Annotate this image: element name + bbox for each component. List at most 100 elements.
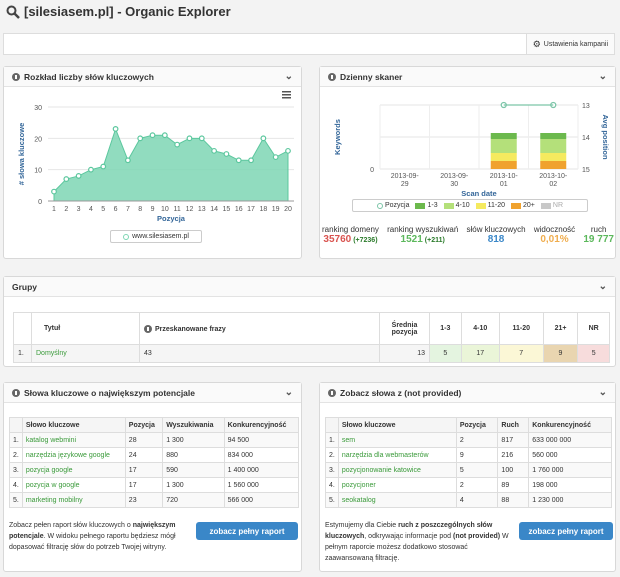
position: 2: [455, 432, 499, 448]
campaign-settings-button[interactable]: ⚙ Ustawienia kampanii: [525, 34, 614, 54]
data-point: [88, 166, 94, 173]
keyword-link[interactable]: seokatalog: [337, 492, 457, 508]
row-num: 1.: [9, 432, 23, 448]
col-competition: Konkurencyjność: [528, 417, 612, 433]
col-position: Pozycja: [124, 417, 164, 433]
potential-keywords-table: Słowo kluczowe Pozycja Wyszukiwania Konk…: [9, 417, 300, 508]
traffic: 89: [497, 477, 530, 493]
stat-delta: (+211): [424, 237, 445, 244]
menu-icon: [282, 97, 291, 99]
scanner-legend[interactable]: Pozycja 1-3 4-10 11-20 20+ NR: [352, 199, 588, 212]
legend-item[interactable]: 1-3: [415, 202, 438, 209]
x-tick-label: 14: [210, 206, 218, 213]
legend-item[interactable]: NR: [540, 202, 563, 209]
x-axis-title: Scan date: [461, 189, 496, 198]
table-row: 3. pozycja google 17 590 1 400 000: [9, 462, 300, 478]
panel-title: Dzienny skaner: [340, 71, 403, 82]
stat-value: 35760 (+7236): [323, 234, 378, 245]
data-point: [137, 135, 144, 142]
data-point: [161, 132, 168, 139]
x-tick-label: 6: [114, 206, 118, 213]
bar-segment: [540, 153, 567, 161]
legend-item[interactable]: Pozycja: [376, 202, 410, 209]
stat-value: 19 777: [583, 234, 614, 245]
x-tick-label: 16: [235, 206, 243, 213]
y-tick-label: 0: [370, 167, 374, 174]
table-header-row: Słowo kluczowe Pozycja Wyszukiwania Konk…: [9, 417, 300, 433]
bar-segment: [490, 133, 517, 139]
chart-legend[interactable]: www.silesiasem.pl: [110, 230, 202, 243]
x-tick-label: 2013-10-: [539, 173, 568, 180]
legend-label: 20+: [523, 202, 535, 209]
legend-marker-icon: [123, 233, 130, 240]
search-icon: [6, 5, 20, 19]
keyword-link[interactable]: pozycja google: [21, 462, 126, 478]
col-phrases: Przeskanowane frazy: [139, 312, 380, 345]
searches: 590: [162, 462, 225, 478]
stat-value: 0,01%: [540, 234, 569, 245]
x-tick-label: 1: [52, 206, 56, 213]
info-icon: [12, 72, 20, 81]
col-nr: NR: [577, 312, 610, 345]
chevron-down-icon[interactable]: ⌄: [599, 71, 607, 82]
table-header-row: Słowo kluczowe Pozycja Ruch Konkurencyjn…: [325, 417, 612, 433]
competition: 566 000: [223, 492, 300, 508]
panel-title: Słowa kluczowe o największym potencjale: [24, 387, 196, 398]
legend-label: 1-3: [427, 202, 438, 209]
competition: 94 500: [223, 432, 300, 448]
traffic: 216: [497, 447, 530, 463]
campaign-settings-label: Ustawienia kampanii: [543, 40, 608, 48]
chevron-down-icon[interactable]: ⌄: [285, 71, 293, 82]
keyword-link[interactable]: katalog webmini: [21, 432, 126, 448]
col-traffic: Ruch: [497, 417, 530, 433]
chevron-down-icon[interactable]: ⌄: [599, 281, 607, 292]
toolbar: ⚙ Ustawienia kampanii: [3, 33, 615, 55]
bar-segment: [490, 161, 517, 169]
table-row: 5. marketing mobilny 23 720 566 000: [9, 492, 300, 508]
phrases-count: 43: [139, 344, 380, 363]
table-row: 4. pozycja w google 17 1 300 1 560 000: [9, 477, 300, 493]
data-point: [272, 154, 279, 161]
searches: 1 300: [162, 477, 225, 493]
data-point: [285, 147, 291, 154]
keyword-link[interactable]: sem: [337, 432, 457, 448]
count-1-3: 5: [429, 344, 462, 363]
stat-item: słów kluczowych 818: [466, 225, 525, 245]
info-icon: [328, 72, 336, 81]
competition: 1 230 000: [528, 492, 612, 508]
x-tick-label: 8: [138, 206, 142, 213]
keyword-link[interactable]: narzędzia językowe google: [21, 447, 126, 463]
groups-panel: Grupy ⌄ Tytuł Przeskanowane frazy Średni…: [3, 276, 616, 367]
group-link[interactable]: Domyślny: [31, 344, 140, 363]
keyword-link[interactable]: marketing mobilny: [21, 492, 126, 508]
position: 9: [455, 447, 499, 463]
gear-icon: ⚙: [532, 38, 541, 49]
x-tick-label: 18: [259, 206, 267, 213]
full-report-button[interactable]: zobacz pełny raport: [196, 522, 298, 540]
chevron-down-icon[interactable]: ⌄: [599, 387, 607, 398]
keyword-link[interactable]: pozycjonowanie katowice: [337, 462, 457, 478]
page-title-bar: [silesiasem.pl] - Organic Explorer: [6, 4, 231, 19]
legend-label: Pozycja: [384, 202, 410, 209]
legend-label: www.silesiasem.pl: [132, 233, 189, 240]
legend-item[interactable]: 11-20: [475, 202, 505, 209]
chevron-down-icon[interactable]: ⌄: [285, 387, 293, 398]
x-tick-label: 2: [64, 206, 68, 213]
page-title: [silesiasem.pl] - Organic Explorer: [24, 4, 231, 19]
col-phrases-label: Przeskanowane frazy: [155, 325, 226, 333]
stat-label: ranking wyszukiwań: [387, 225, 459, 234]
traffic: 88: [497, 492, 530, 508]
data-point: [211, 147, 218, 154]
legend-item[interactable]: 20+: [511, 202, 535, 209]
full-report-button[interactable]: zobacz pełny raport: [519, 522, 613, 540]
keyword-link[interactable]: pozycja w google: [21, 477, 126, 493]
bar-segment: [540, 161, 567, 169]
count-nr: 5: [577, 344, 610, 363]
keyword-link[interactable]: pozycjoner: [337, 477, 457, 493]
table-row: 3. pozycjonowanie katowice 5 100 1 760 000: [325, 462, 612, 478]
count-21plus: 9: [542, 344, 579, 363]
legend-item[interactable]: 4-10: [443, 202, 470, 209]
data-point: [112, 126, 119, 132]
keyword-link[interactable]: narzędzia dla webmasterów: [337, 447, 457, 463]
y2-axis-title: Avg position: [601, 114, 610, 160]
